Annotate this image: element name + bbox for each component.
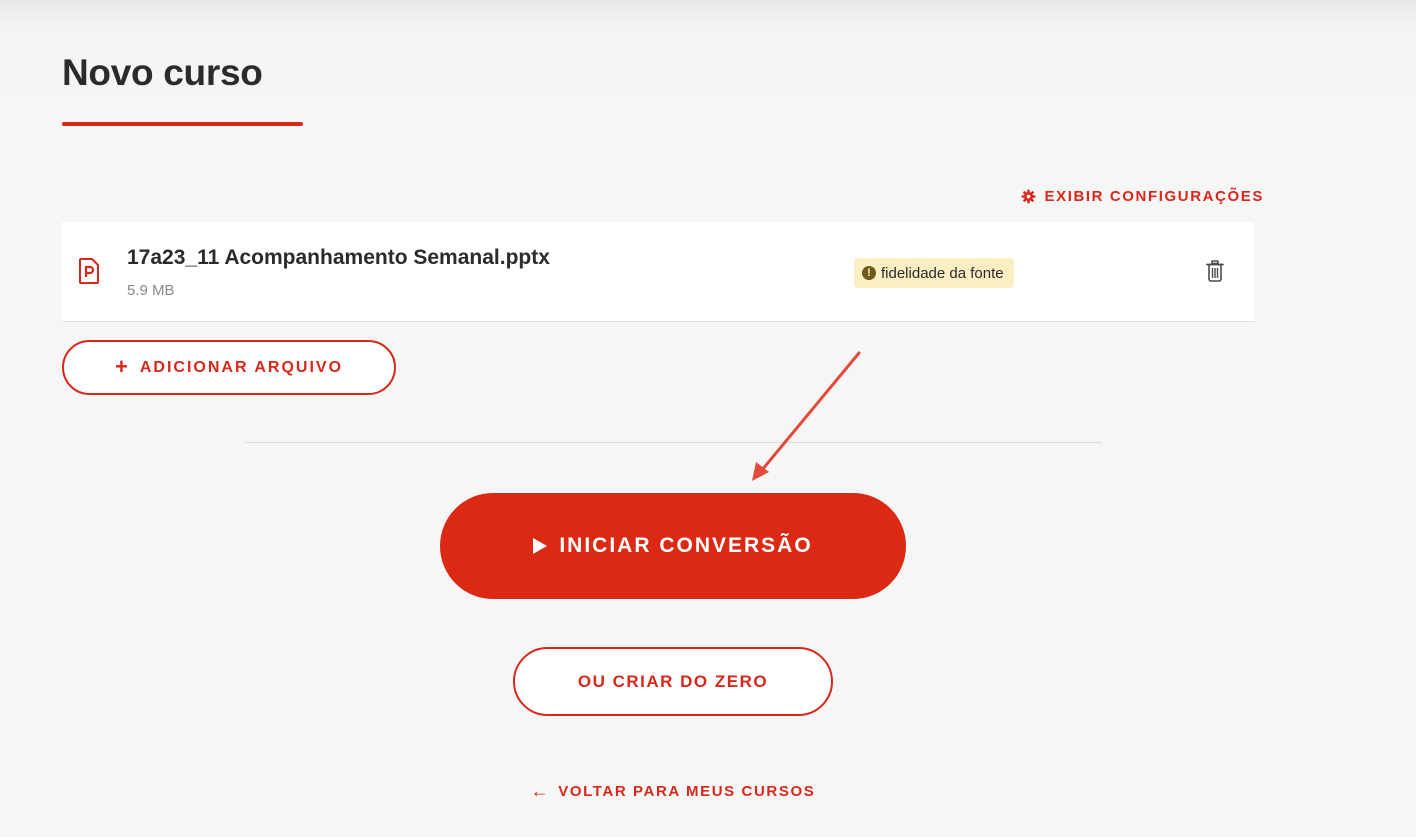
font-fidelity-badge[interactable]: ! fidelidade da fonte bbox=[854, 258, 1014, 288]
show-settings-link[interactable]: EXIBIR CONFIGURAÇÕES bbox=[1021, 188, 1264, 205]
alert-icon: ! bbox=[862, 266, 876, 280]
plus-icon: + bbox=[114, 353, 130, 379]
font-fidelity-label: fidelidade da fonte bbox=[881, 264, 1004, 282]
right-edge-strip bbox=[1416, 0, 1426, 837]
start-conversion-button[interactable]: INICIAR CONVERSÃO bbox=[440, 493, 906, 599]
file-list-item: 17a23_11 Acompanhamento Semanal.pptx 5.9… bbox=[62, 222, 1254, 322]
powerpoint-file-icon bbox=[79, 258, 99, 289]
delete-file-button[interactable] bbox=[1200, 258, 1230, 288]
section-divider bbox=[245, 442, 1102, 443]
create-from-scratch-label: OU CRIAR DO ZERO bbox=[577, 671, 769, 691]
back-to-my-courses-label: VOLTAR PARA MEUS CURSOS bbox=[558, 782, 816, 800]
trash-icon bbox=[1206, 259, 1224, 287]
start-conversion-label: INICIAR CONVERSÃO bbox=[559, 534, 813, 557]
back-to-my-courses-link[interactable]: ← VOLTAR PARA MEUS CURSOS bbox=[0, 782, 1346, 800]
gear-icon bbox=[1021, 189, 1036, 204]
page-title: Novo curso bbox=[62, 52, 263, 93]
file-name: 17a23_11 Acompanhamento Semanal.pptx bbox=[127, 246, 550, 269]
create-from-scratch-button[interactable]: OU CRIAR DO ZERO bbox=[513, 647, 833, 716]
add-file-label: ADICIONAR ARQUIVO bbox=[139, 358, 344, 376]
add-file-button[interactable]: + ADICIONAR ARQUIVO bbox=[62, 340, 396, 395]
play-icon bbox=[533, 538, 548, 554]
file-size: 5.9 MB bbox=[127, 282, 175, 299]
arrow-left-icon: ← bbox=[530, 781, 551, 801]
title-underline bbox=[62, 122, 303, 126]
show-settings-label: EXIBIR CONFIGURAÇÕES bbox=[1044, 188, 1264, 205]
